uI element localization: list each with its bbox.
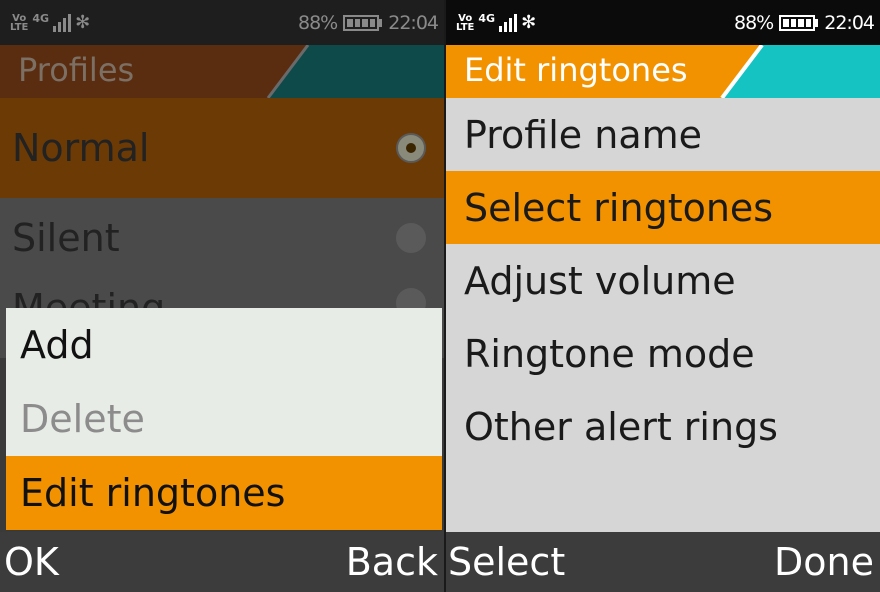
list-item-adjust-volume[interactable]: Adjust volume: [446, 244, 880, 317]
battery-icon: [779, 14, 819, 31]
menu-item-label: Delete: [20, 397, 145, 441]
bluetooth-icon: ✻: [75, 12, 91, 33]
menu-item-add[interactable]: Add: [6, 308, 442, 382]
bluetooth-icon: ✻: [521, 12, 537, 33]
options-menu: Add Delete Edit ringtones: [6, 308, 442, 530]
profile-item-silent[interactable]: Silent: [0, 198, 444, 278]
battery-percent: 88%: [298, 11, 338, 34]
menu-item-label: Edit ringtones: [20, 471, 286, 515]
list-item-label: Adjust volume: [464, 258, 736, 303]
back-softkey[interactable]: Back: [346, 540, 438, 584]
profile-label: Silent: [12, 216, 120, 260]
clock: 22:04: [388, 11, 439, 34]
page-title: Profiles: [18, 51, 135, 89]
status-bar: Vo LTE 4G ✻ 88% 22:04: [446, 0, 880, 45]
list-item-ringtone-mode[interactable]: Ringtone mode: [446, 317, 880, 390]
profiles-screen: Vo LTE 4G ✻ 88% 22:04 Profiles Normal Sil…: [0, 0, 444, 592]
radio-selected-icon: [396, 133, 426, 163]
softkey-bar: Select Done: [446, 532, 880, 592]
list-item-label: Profile name: [464, 112, 703, 157]
4g-icon: 4G: [32, 12, 50, 25]
profile-label: Normal: [12, 126, 150, 170]
ok-softkey[interactable]: OK: [4, 540, 59, 584]
list-item-other-alert-rings[interactable]: Other alert rings: [446, 390, 880, 463]
profile-item-normal[interactable]: Normal: [0, 98, 444, 198]
menu-item-label: Add: [20, 323, 94, 367]
volte-icon: Vo LTE: [10, 12, 29, 33]
signal-icon: [53, 13, 72, 32]
select-softkey[interactable]: Select: [448, 540, 565, 584]
menu-item-edit-ringtones[interactable]: Edit ringtones: [6, 456, 442, 530]
list-item-label: Select ringtones: [464, 185, 774, 230]
title-bar: Edit ringtones: [446, 45, 880, 98]
menu-item-delete[interactable]: Delete: [6, 382, 442, 456]
softkey-bar: OK Back: [0, 532, 444, 592]
volte-icon: Vo LTE: [456, 12, 475, 33]
page-title: Edit ringtones: [464, 51, 688, 89]
radio-unselected-icon: [396, 223, 426, 253]
battery-icon: [343, 14, 383, 31]
clock: 22:04: [824, 11, 875, 34]
battery-percent: 88%: [734, 11, 774, 34]
signal-icon: [499, 13, 518, 32]
list-item-label: Other alert rings: [464, 404, 778, 449]
4g-icon: 4G: [478, 12, 496, 25]
status-bar: Vo LTE 4G ✻ 88% 22:04: [0, 0, 444, 45]
list-item-profile-name[interactable]: Profile name: [446, 98, 880, 171]
list-item-label: Ringtone mode: [464, 331, 755, 376]
title-bar: Profiles: [0, 45, 444, 98]
done-softkey[interactable]: Done: [774, 540, 874, 584]
list-item-select-ringtones[interactable]: Select ringtones: [446, 171, 880, 244]
edit-ringtones-screen: Vo LTE 4G ✻ 88% 22:04 Edit ringtones Prof…: [446, 0, 880, 592]
